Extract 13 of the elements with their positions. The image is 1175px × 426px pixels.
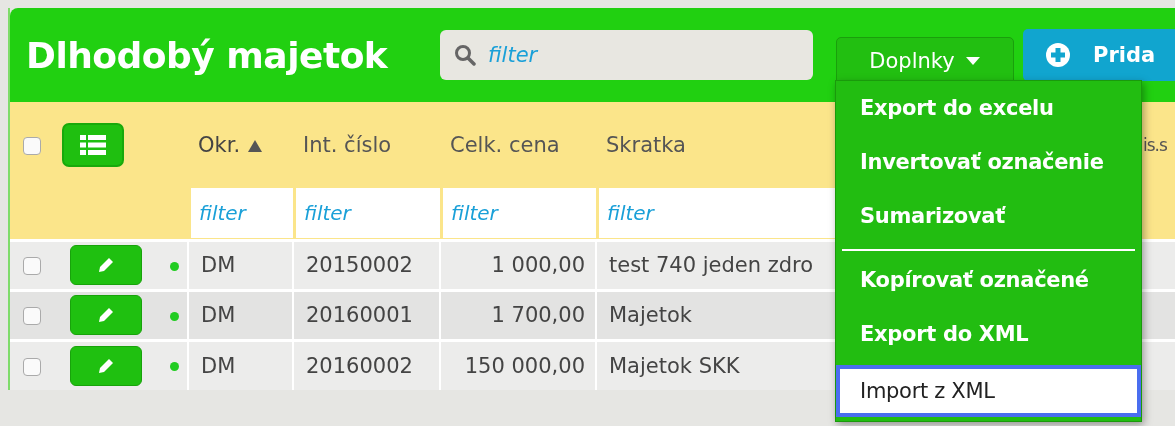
table-cell: Majetok SKK — [609, 353, 740, 378]
table-cell: DM — [201, 353, 236, 378]
table-cell: 1 000,00 — [491, 253, 585, 277]
table-cell: DM — [201, 303, 236, 327]
table-cell: DM — [201, 253, 236, 277]
table-cell: 20150002 — [306, 253, 413, 277]
table-cell: 20160002 — [306, 353, 413, 378]
table-cell: 150 000,00 — [464, 353, 585, 378]
table-cell: Majetok — [609, 303, 692, 327]
table-cell: 20160001 — [306, 303, 413, 327]
table-cell: test 740 jeden zdro — [609, 253, 814, 277]
page-title: Dlhodobý majetok — [26, 34, 389, 76]
table-cell: 1 700,00 — [491, 303, 585, 327]
